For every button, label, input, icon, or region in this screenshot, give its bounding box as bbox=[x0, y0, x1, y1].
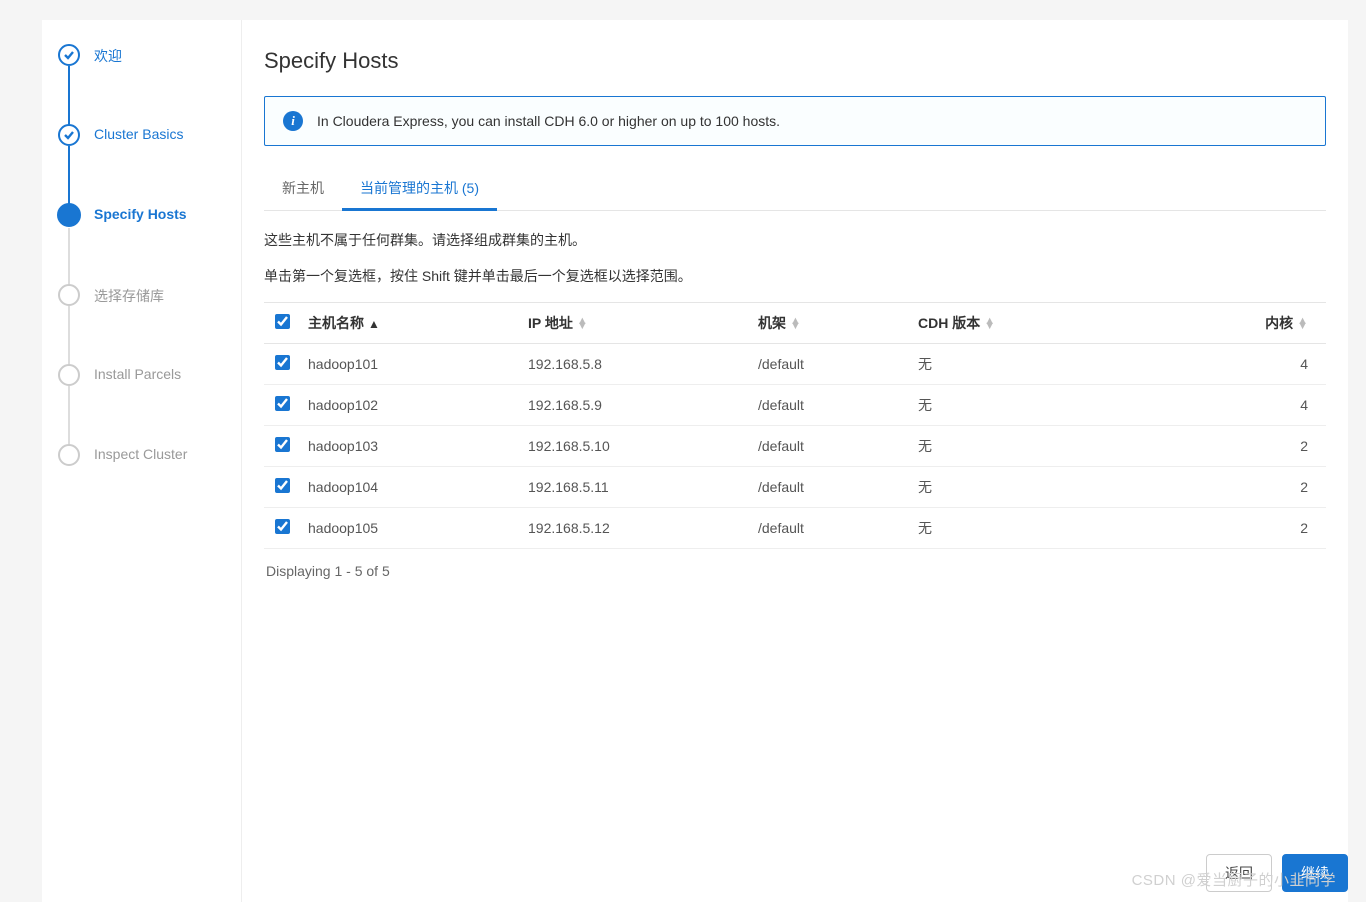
description-2: 单击第一个复选框，按住 Shift 键并单击最后一个复选框以选择范围。 bbox=[264, 265, 1326, 287]
cell-hostname: hadoop104 bbox=[300, 466, 520, 507]
sort-icon: ▲▼ bbox=[1297, 319, 1308, 329]
info-text: In Cloudera Express, you can install CDH… bbox=[317, 113, 780, 129]
row-checkbox[interactable] bbox=[275, 396, 290, 411]
step-inspect-cluster: Inspect Cluster bbox=[58, 444, 229, 464]
cell-cores: 4 bbox=[1246, 343, 1326, 384]
pending-step-icon bbox=[58, 444, 80, 466]
cell-cores: 2 bbox=[1246, 507, 1326, 548]
cell-hostname: hadoop105 bbox=[300, 507, 520, 548]
hosts-table: 主机名称▲ IP 地址▲▼ 机架▲▼ CDH 版本▲▼ 内核▲▼ hadoop1… bbox=[264, 302, 1326, 549]
col-cdh[interactable]: CDH 版本▲▼ bbox=[910, 302, 1246, 343]
cell-rack: /default bbox=[750, 425, 910, 466]
tab-managed-hosts[interactable]: 当前管理的主机 (5) bbox=[342, 168, 497, 211]
cell-cores: 4 bbox=[1246, 384, 1326, 425]
cell-ip: 192.168.5.9 bbox=[520, 384, 750, 425]
cell-cores: 2 bbox=[1246, 466, 1326, 507]
cell-hostname: hadoop103 bbox=[300, 425, 520, 466]
row-checkbox[interactable] bbox=[275, 355, 290, 370]
check-icon bbox=[58, 44, 80, 66]
check-icon bbox=[58, 124, 80, 146]
col-ip[interactable]: IP 地址▲▼ bbox=[520, 302, 750, 343]
info-icon: i bbox=[283, 111, 303, 131]
sort-asc-icon: ▲ bbox=[368, 317, 380, 331]
cell-cdh: 无 bbox=[910, 343, 1246, 384]
step-label: Specify Hosts bbox=[94, 204, 187, 222]
row-checkbox[interactable] bbox=[275, 437, 290, 452]
cell-hostname: hadoop101 bbox=[300, 343, 520, 384]
step-cluster-basics[interactable]: Cluster Basics bbox=[58, 124, 229, 204]
table-row[interactable]: hadoop105192.168.5.12/default无2 bbox=[264, 507, 1326, 548]
cell-hostname: hadoop102 bbox=[300, 384, 520, 425]
pending-step-icon bbox=[58, 284, 80, 306]
pending-step-icon bbox=[58, 364, 80, 386]
cell-ip: 192.168.5.11 bbox=[520, 466, 750, 507]
step-select-repo: 选择存储库 bbox=[58, 284, 229, 364]
tab-new-host[interactable]: 新主机 bbox=[264, 168, 342, 211]
row-checkbox[interactable] bbox=[275, 519, 290, 534]
step-label: 欢迎 bbox=[94, 44, 122, 66]
table-row[interactable]: hadoop104192.168.5.11/default无2 bbox=[264, 466, 1326, 507]
cell-cdh: 无 bbox=[910, 466, 1246, 507]
cell-cores: 2 bbox=[1246, 425, 1326, 466]
current-step-icon bbox=[57, 203, 81, 227]
main-panel: Specify Hosts i In Cloudera Express, you… bbox=[242, 20, 1348, 902]
step-label: Install Parcels bbox=[94, 364, 181, 382]
row-checkbox[interactable] bbox=[275, 478, 290, 493]
cell-rack: /default bbox=[750, 466, 910, 507]
cell-ip: 192.168.5.8 bbox=[520, 343, 750, 384]
tabs: 新主机 当前管理的主机 (5) bbox=[264, 168, 1326, 211]
col-cores[interactable]: 内核▲▼ bbox=[1246, 302, 1326, 343]
description-1: 这些主机不属于任何群集。请选择组成群集的主机。 bbox=[264, 229, 1326, 251]
select-all-checkbox[interactable] bbox=[275, 314, 290, 329]
step-specify-hosts: Specify Hosts bbox=[58, 204, 229, 284]
cell-cdh: 无 bbox=[910, 384, 1246, 425]
col-hostname[interactable]: 主机名称▲ bbox=[300, 302, 520, 343]
pager-text: Displaying 1 - 5 of 5 bbox=[264, 549, 1326, 593]
cell-cdh: 无 bbox=[910, 425, 1246, 466]
sort-icon: ▲▼ bbox=[984, 319, 995, 329]
cell-ip: 192.168.5.10 bbox=[520, 425, 750, 466]
table-row[interactable]: hadoop102192.168.5.9/default无4 bbox=[264, 384, 1326, 425]
table-row[interactable]: hadoop103192.168.5.10/default无2 bbox=[264, 425, 1326, 466]
wizard-sidebar: 欢迎 Cluster Basics Specify Hosts 选择存储库 bbox=[42, 20, 242, 902]
sort-icon: ▲▼ bbox=[790, 319, 801, 329]
continue-button[interactable]: 继续 bbox=[1282, 854, 1348, 892]
cell-cdh: 无 bbox=[910, 507, 1246, 548]
cell-rack: /default bbox=[750, 507, 910, 548]
step-install-parcels: Install Parcels bbox=[58, 364, 229, 444]
cell-rack: /default bbox=[750, 384, 910, 425]
info-banner: i In Cloudera Express, you can install C… bbox=[264, 96, 1326, 146]
back-button[interactable]: 返回 bbox=[1206, 854, 1272, 892]
table-row[interactable]: hadoop101192.168.5.8/default无4 bbox=[264, 343, 1326, 384]
cell-ip: 192.168.5.12 bbox=[520, 507, 750, 548]
col-rack[interactable]: 机架▲▼ bbox=[750, 302, 910, 343]
step-label: Cluster Basics bbox=[94, 124, 183, 142]
cell-rack: /default bbox=[750, 343, 910, 384]
sort-icon: ▲▼ bbox=[577, 319, 588, 329]
step-label: Inspect Cluster bbox=[94, 444, 187, 462]
page-title: Specify Hosts bbox=[264, 48, 1326, 74]
step-label: 选择存储库 bbox=[94, 284, 164, 306]
step-welcome[interactable]: 欢迎 bbox=[58, 44, 229, 124]
